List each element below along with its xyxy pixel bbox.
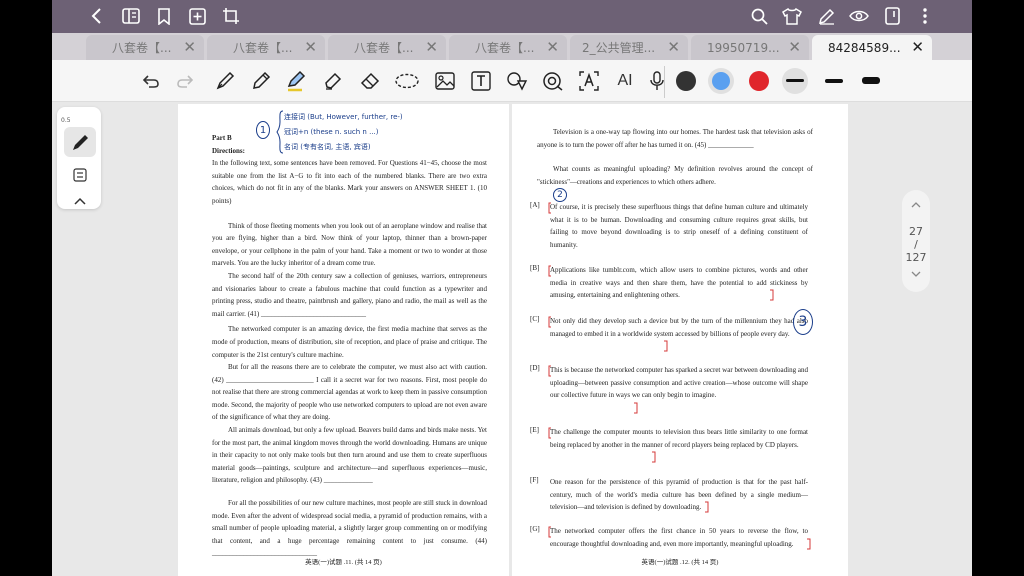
text-box-icon[interactable] xyxy=(468,68,494,94)
top-bar xyxy=(52,0,972,33)
more-icon[interactable] xyxy=(914,5,936,27)
app-window: ✕ 八套卷【... ✕ 八套卷【... ✕ 八套卷【... ✕ 八套卷【... ✕ 2_… xyxy=(52,0,972,576)
page-footer-right: 英语(一)试题 .12. (共 14 页) xyxy=(641,559,719,566)
lasso-icon[interactable] xyxy=(394,68,420,94)
redo-icon[interactable] xyxy=(172,68,198,94)
color-blue-swatch-selected[interactable] xyxy=(708,68,734,94)
tab-label: 八套卷【... xyxy=(112,41,172,55)
annotation-toolbar: AI xyxy=(52,60,972,102)
page-down-icon[interactable] xyxy=(902,268,930,281)
tab-7-active[interactable]: 84284589... ✕ xyxy=(812,35,932,60)
eraser-icon[interactable] xyxy=(357,68,383,94)
pen-settings-icon[interactable] xyxy=(73,167,87,182)
tab-label: 八套卷【... xyxy=(354,41,414,55)
tab-5[interactable]: 2_公共管理... ✕ xyxy=(570,35,688,60)
page-view-icon[interactable] xyxy=(881,5,903,27)
bookmark-icon[interactable] xyxy=(153,5,175,27)
shapes-icon[interactable] xyxy=(504,68,530,94)
collapse-icon[interactable] xyxy=(73,191,87,205)
fountain-pen-icon[interactable] xyxy=(212,68,238,94)
directions-text: In the following text, some sentences ha… xyxy=(212,159,487,205)
notebook-icon[interactable] xyxy=(120,5,142,27)
eye-icon[interactable] xyxy=(848,5,870,27)
handwritten-note-1: 连接词 (But, However, further, re-) xyxy=(284,113,403,121)
document-page-right[interactable]: Television is a one-way tap flowing into… xyxy=(512,104,848,576)
paragraph-3: The networked computer is an amazing dev… xyxy=(212,325,487,359)
page-separator: / xyxy=(914,238,918,251)
color-red-swatch[interactable] xyxy=(749,71,769,91)
tab-bar: ✕ 八套卷【... ✕ 八套卷【... ✕ 八套卷【... ✕ 八套卷【... ✕ 2_… xyxy=(52,33,972,87)
highlighter-icon[interactable] xyxy=(283,68,309,94)
part-heading: Part B xyxy=(212,134,232,142)
add-page-icon[interactable] xyxy=(186,5,208,27)
red-bracket-marks xyxy=(548,202,811,550)
close-tab-icon[interactable]: ✕ xyxy=(425,38,438,56)
page-indicator[interactable]: 27 / 127 xyxy=(902,190,930,292)
page-up-icon[interactable] xyxy=(902,198,930,211)
pen-side-panel: 0.5 xyxy=(57,107,101,209)
stroke-thin-selected[interactable] xyxy=(782,68,808,94)
shirt-icon[interactable] xyxy=(781,5,803,27)
paragraph-6: For all the possibilities of our new cul… xyxy=(212,499,487,558)
edit-icon[interactable] xyxy=(815,5,837,27)
close-tab-icon[interactable]: ✕ xyxy=(183,38,196,56)
color-black-swatch[interactable] xyxy=(676,71,696,91)
close-tab-icon[interactable]: ✕ xyxy=(304,38,317,56)
tab-label: 84284589... xyxy=(828,40,901,55)
stroke-thick[interactable] xyxy=(862,77,880,84)
thin-line xyxy=(786,79,804,82)
stroke-medium[interactable] xyxy=(825,79,843,83)
tab-4[interactable]: 八套卷【... ✕ xyxy=(449,35,567,60)
back-icon[interactable] xyxy=(86,5,108,27)
ai-icon[interactable]: AI xyxy=(612,68,638,94)
paragraph-1: Think of those fleeting moments when you… xyxy=(212,221,487,268)
document-page-left[interactable]: 1 连接词 (But, However, further, re-) 冠词+n … xyxy=(178,104,509,576)
close-tab-icon[interactable]: ✕ xyxy=(911,38,924,56)
paragraph-2: The second half of the 20th century saw … xyxy=(212,271,487,318)
directions-heading: Directions: xyxy=(212,146,245,155)
close-tab-icon[interactable]: ✕ xyxy=(546,38,559,56)
toolbar-divider xyxy=(664,66,665,98)
crop-icon[interactable] xyxy=(220,5,242,27)
close-tab-icon[interactable]: ✕ xyxy=(788,38,801,56)
tab-2[interactable]: 八套卷【... ✕ xyxy=(207,35,325,60)
tab-label: 2_公共管理... xyxy=(582,41,656,55)
stamp-icon[interactable] xyxy=(540,68,566,94)
image-icon[interactable] xyxy=(432,68,458,94)
page-current: 27 xyxy=(909,225,923,238)
pen-preview-button[interactable] xyxy=(64,127,96,157)
page-footer-left: 英语(一)试题 .11. (共 14 页) xyxy=(305,559,382,566)
page-total: 127 xyxy=(905,251,927,264)
tab-label: 八套卷【... xyxy=(233,41,293,55)
tab-6[interactable]: 19950719... ✕ xyxy=(691,35,809,60)
tab-3[interactable]: 八套卷【... ✕ xyxy=(328,35,446,60)
pen-size-label: 0.5 xyxy=(61,117,71,124)
microphone-icon[interactable] xyxy=(644,68,670,94)
tab-label: 19950719... xyxy=(707,40,780,55)
tab-label: 八套卷【... xyxy=(475,41,535,55)
tab-1[interactable]: 八套卷【... ✕ xyxy=(86,35,204,60)
undo-icon[interactable] xyxy=(138,68,164,94)
paragraph-5: All animals download, but only a few upl… xyxy=(212,426,487,485)
paragraph-4: But for all the reasons there are to cel… xyxy=(212,363,487,422)
text-recognition-icon[interactable] xyxy=(576,68,602,94)
marker-icon[interactable] xyxy=(320,68,346,94)
close-tab-icon[interactable]: ✕ xyxy=(667,38,680,56)
blue-dot xyxy=(712,72,730,90)
search-icon[interactable] xyxy=(748,5,770,27)
left-page-text: Part B Directions: In the following text… xyxy=(212,132,487,560)
pencil-icon[interactable] xyxy=(248,68,274,94)
